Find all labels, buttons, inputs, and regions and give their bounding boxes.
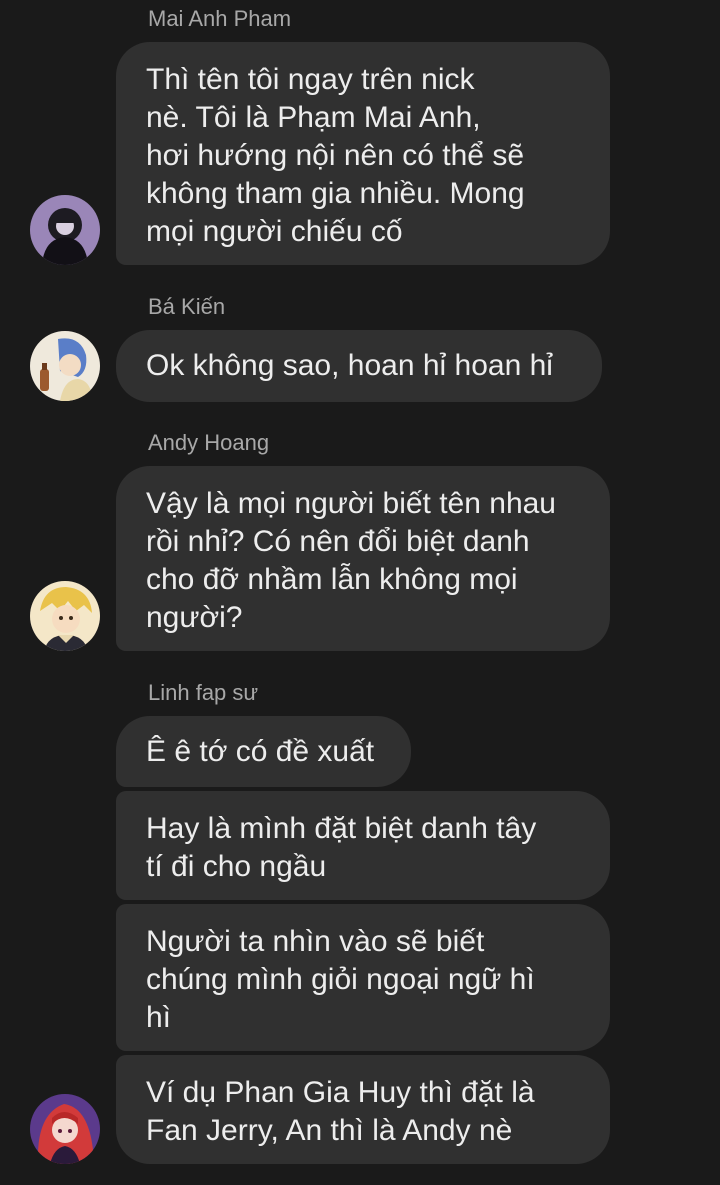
user-avatar-icon[interactable] (30, 331, 100, 401)
message-bubble[interactable]: Ok không sao, hoan hỉ hoan hỉ (116, 330, 602, 402)
user-avatar-icon[interactable] (30, 1094, 100, 1164)
message-bubble[interactable]: Ví dụ Phan Gia Huy thì đặt là Fan Jerry,… (116, 1055, 610, 1164)
message-bubble[interactable]: Hay là mình đặt biệt danh tây tí đi cho … (116, 791, 610, 900)
sender-name[interactable]: Andy Hoang (148, 430, 269, 456)
message-bubble[interactable]: Vậy là mọi người biết tên nhau rồi nhỉ? … (116, 466, 610, 651)
message-bubble[interactable]: Ê ê tớ có đề xuất (116, 716, 411, 787)
user-avatar-icon[interactable] (30, 195, 100, 265)
sender-name[interactable]: Mai Anh Pham (148, 6, 291, 32)
sender-name[interactable]: Bá Kiến (148, 294, 225, 320)
message-bubble[interactable]: Thì tên tôi ngay trên nick nè. Tôi là Ph… (116, 42, 610, 265)
sender-name[interactable]: Linh fap sư (148, 680, 258, 706)
user-avatar-icon[interactable] (30, 581, 100, 651)
chat-screen: { "messages": [ { "sender": "Mai Anh Pha… (0, 0, 720, 1185)
message-bubble[interactable]: Người ta nhìn vào sẽ biết chúng mình giỏ… (116, 904, 610, 1051)
